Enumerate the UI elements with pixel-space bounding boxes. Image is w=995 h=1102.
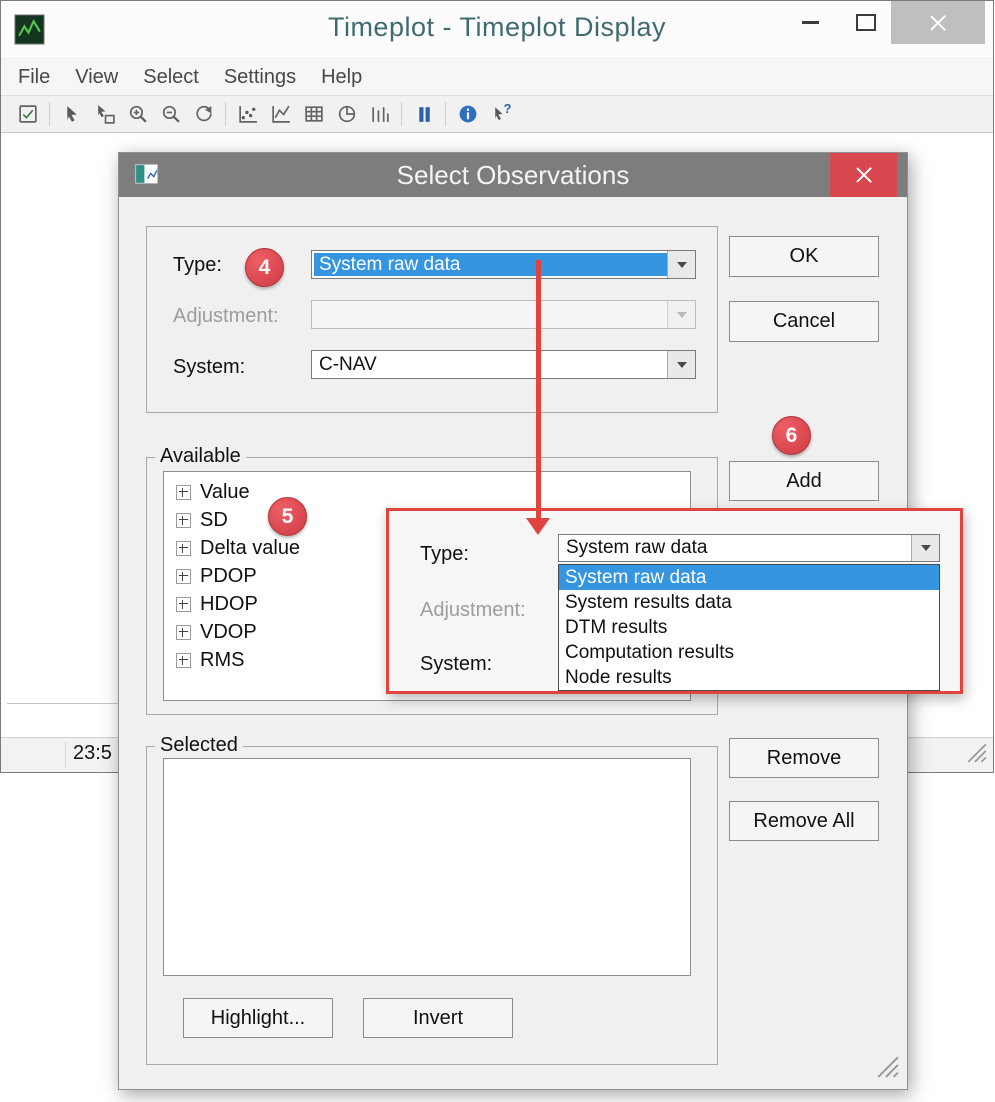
help-pointer-icon[interactable]: ?	[484, 101, 517, 128]
step-badge-5: 5	[268, 497, 307, 536]
grid-icon[interactable]	[297, 101, 330, 128]
remove-button[interactable]: Remove	[729, 738, 879, 778]
highlight-button[interactable]: Highlight...	[183, 998, 333, 1038]
pause-icon[interactable]	[407, 101, 440, 128]
tree-item-value[interactable]: Value	[164, 478, 690, 506]
adjustment-label: Adjustment:	[173, 305, 279, 328]
maximize-button[interactable]	[843, 1, 889, 44]
pointer-icon[interactable]	[55, 101, 88, 128]
info-icon[interactable]	[451, 101, 484, 128]
selected-group-label: Selected	[155, 734, 243, 757]
zoom-in-icon[interactable]	[121, 101, 154, 128]
dialog-close-icon	[854, 165, 874, 185]
close-button[interactable]	[891, 1, 985, 44]
dialog-resize-grip[interactable]	[875, 1054, 899, 1083]
add-button[interactable]: Add	[729, 461, 879, 501]
plot-frame-edge	[7, 703, 119, 704]
type-combobox-value: System raw data	[314, 253, 667, 276]
type-label: Type:	[173, 254, 222, 277]
menu-settings[interactable]: Settings	[224, 66, 296, 89]
type-dropdown-list: System raw data System results data DTM …	[558, 564, 940, 691]
inset-adjustment-label: Adjustment:	[420, 599, 526, 622]
dropdown-zoom-inset: Type: Adjustment: System: System raw dat…	[386, 508, 963, 694]
toolbar-separator	[225, 102, 226, 126]
pie-chart-icon[interactable]	[330, 101, 363, 128]
menubar: File View Select Settings Help	[1, 58, 993, 96]
chevron-down-icon	[921, 545, 931, 551]
expand-icon[interactable]	[176, 485, 191, 500]
inset-type-combobox[interactable]: System raw data	[558, 534, 940, 562]
toolbar-separator	[445, 102, 446, 126]
cancel-button[interactable]: Cancel	[729, 301, 879, 342]
window-resize-grip[interactable]	[965, 741, 987, 768]
system-combobox-dropdown-button[interactable]	[667, 351, 695, 378]
maximize-icon	[856, 14, 876, 31]
screen: Timeplot - Timeplot Display File View Se…	[0, 0, 995, 1102]
system-label: System:	[173, 356, 245, 379]
refresh-icon[interactable]	[187, 101, 220, 128]
option-dtm-results[interactable]: DTM results	[559, 615, 939, 640]
option-system-results-data[interactable]: System results data	[559, 590, 939, 615]
step-badge-6: 6	[772, 416, 811, 455]
toolbar: ?	[1, 96, 993, 133]
expand-icon[interactable]	[176, 513, 191, 528]
remove-all-button[interactable]: Remove All	[729, 801, 879, 841]
expand-icon[interactable]	[176, 597, 191, 612]
histogram-icon[interactable]	[363, 101, 396, 128]
menu-view[interactable]: View	[75, 66, 118, 89]
minimize-icon	[802, 21, 819, 24]
minimize-button[interactable]	[787, 1, 833, 44]
pointer-box-icon[interactable]	[88, 101, 121, 128]
line-chart-icon[interactable]	[264, 101, 297, 128]
expand-icon[interactable]	[176, 569, 191, 584]
type-combobox[interactable]: System raw data	[311, 250, 696, 279]
menu-select[interactable]: Select	[143, 66, 199, 89]
scatter-plot-icon[interactable]	[231, 101, 264, 128]
adjustment-combobox-value	[314, 303, 667, 326]
system-combobox[interactable]: C-NAV	[311, 350, 696, 379]
option-system-raw-data[interactable]: System raw data	[559, 565, 939, 590]
inset-type-combobox-value: System raw data	[561, 537, 911, 559]
annotation-arrow-head	[526, 518, 550, 535]
toolbar-separator	[49, 102, 50, 126]
option-node-results[interactable]: Node results	[559, 665, 939, 690]
inset-type-dropdown-button[interactable]	[911, 535, 939, 561]
status-time: 23:5	[73, 742, 112, 765]
expand-icon[interactable]	[176, 541, 191, 556]
step-badge-4: 4	[245, 248, 284, 287]
window-titlebar: Timeplot - Timeplot Display	[1, 1, 993, 58]
statusbar-separator	[65, 742, 66, 768]
adjustment-combobox	[311, 300, 696, 329]
type-combobox-dropdown-button[interactable]	[667, 251, 695, 278]
dialog-close-button[interactable]	[830, 153, 897, 197]
dialog-title: Select Observations	[119, 160, 907, 191]
option-computation-results[interactable]: Computation results	[559, 640, 939, 665]
chevron-down-icon	[677, 312, 687, 318]
chevron-down-icon	[677, 362, 687, 368]
select-check-icon[interactable]	[11, 101, 44, 128]
inset-type-label: Type:	[420, 543, 469, 566]
dialog-titlebar: Select Observations	[119, 153, 907, 197]
question-glyph: ?	[504, 101, 512, 116]
available-group-label: Available	[155, 445, 246, 468]
menu-help[interactable]: Help	[321, 66, 362, 89]
zoom-out-icon[interactable]	[154, 101, 187, 128]
expand-icon[interactable]	[176, 625, 191, 640]
expand-icon[interactable]	[176, 653, 191, 668]
selected-listbox[interactable]	[163, 758, 691, 976]
close-icon	[928, 13, 948, 33]
annotation-arrow-line	[536, 260, 541, 520]
adjustment-combobox-dropdown-button	[667, 301, 695, 328]
system-combobox-value: C-NAV	[314, 353, 667, 376]
ok-button[interactable]: OK	[729, 236, 879, 277]
inset-system-label: System:	[420, 653, 492, 676]
invert-button[interactable]: Invert	[363, 998, 513, 1038]
menu-file[interactable]: File	[18, 66, 50, 89]
chevron-down-icon	[677, 262, 687, 268]
toolbar-separator	[401, 102, 402, 126]
